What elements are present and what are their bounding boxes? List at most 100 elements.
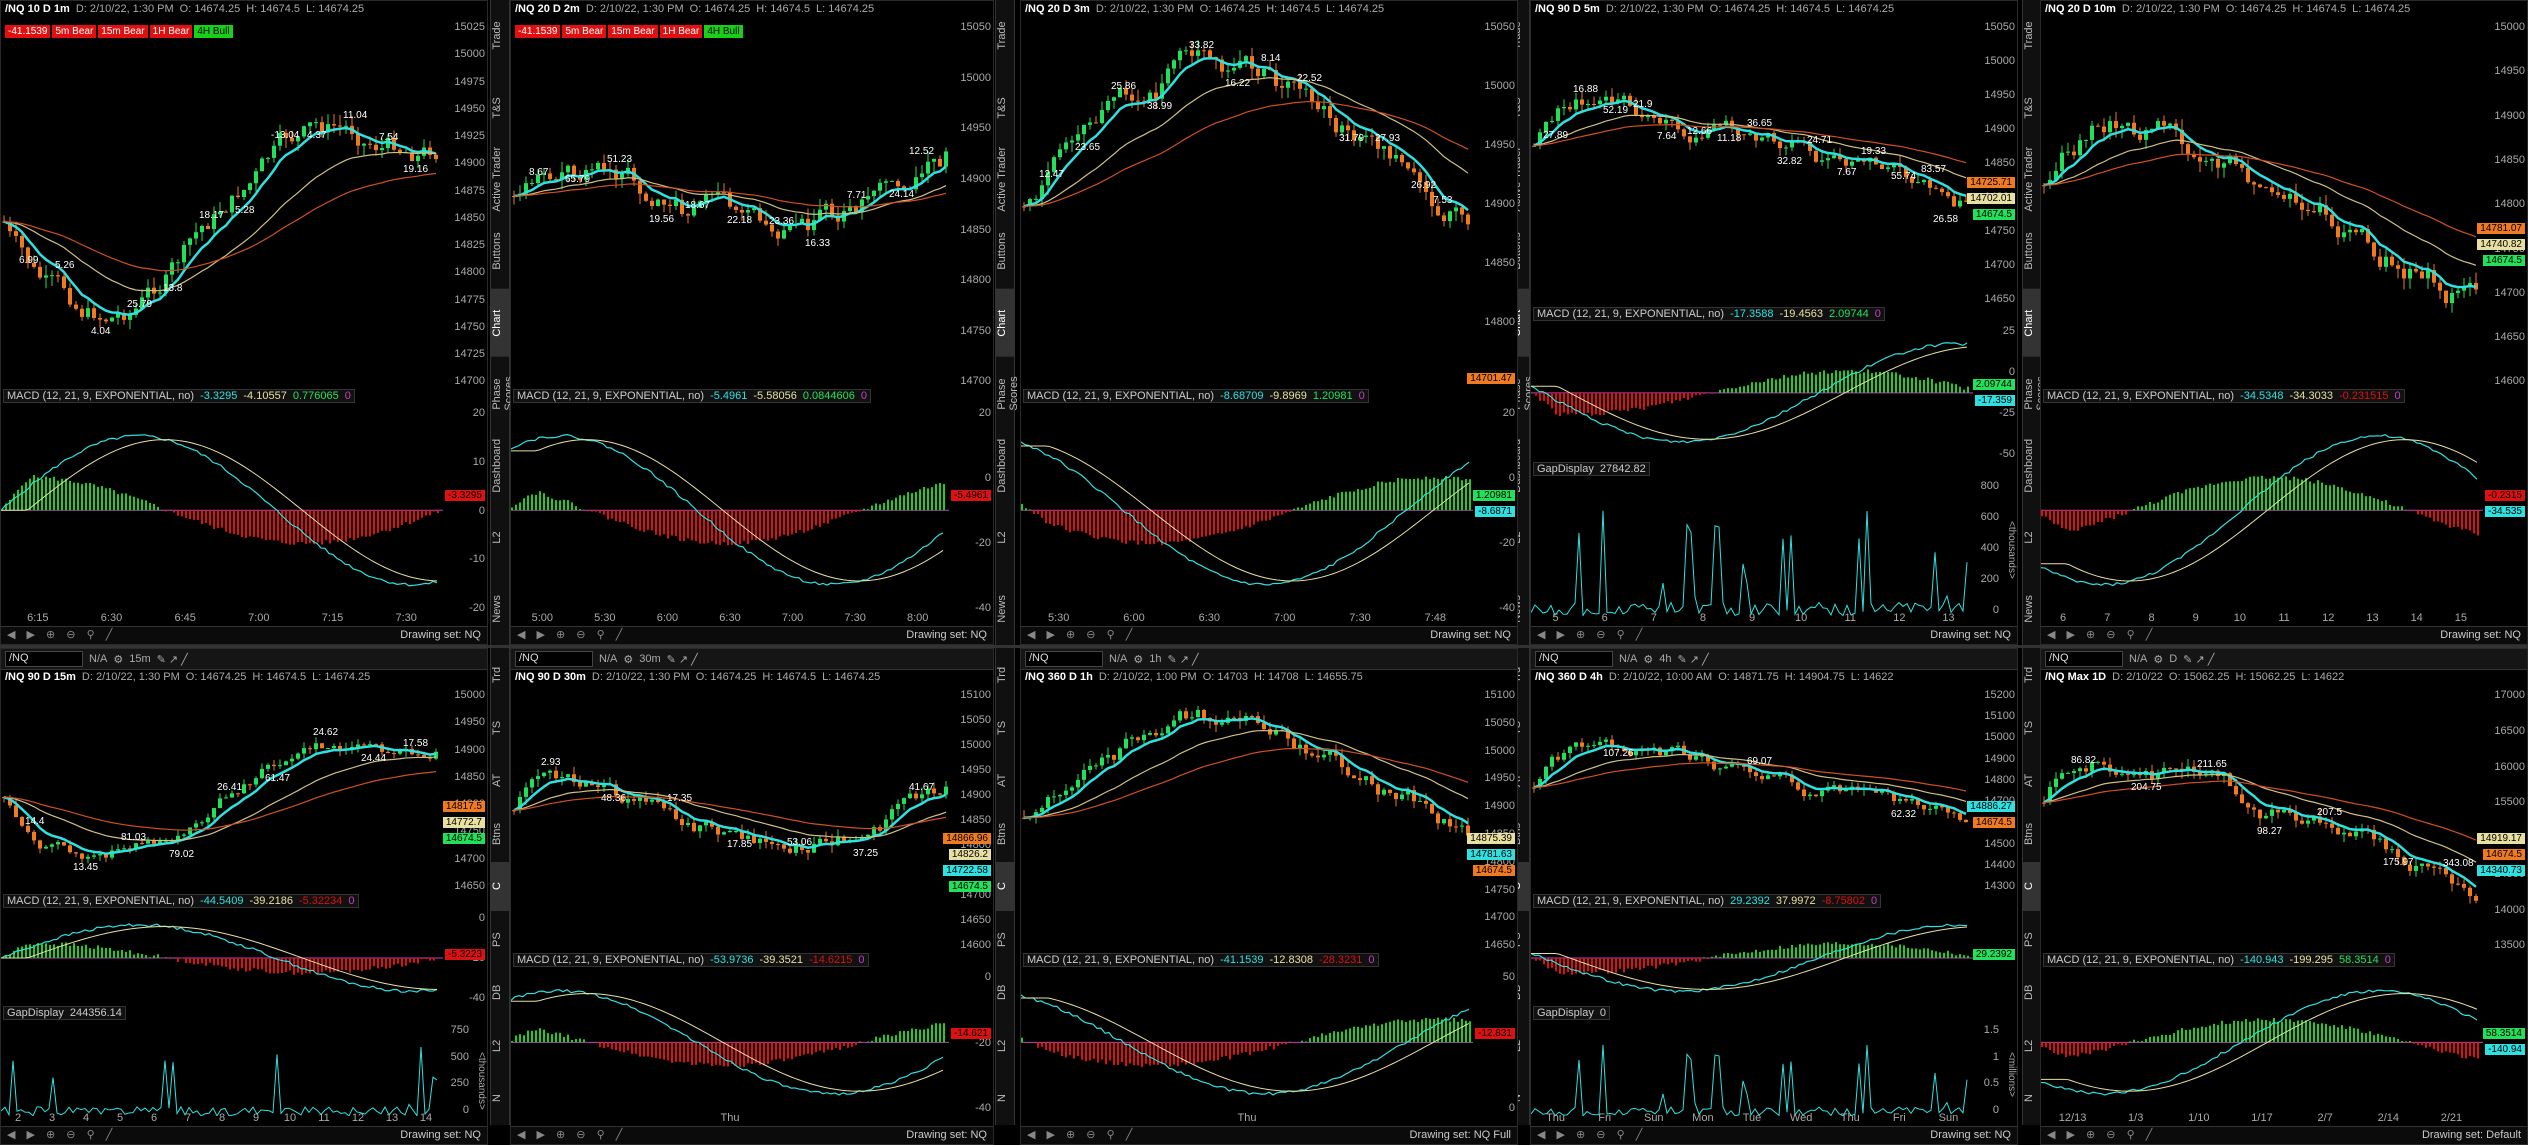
sidebar-item-active-trader[interactable]: Active Trader bbox=[996, 145, 1014, 213]
drawing-set-label[interactable]: Drawing set: NQ bbox=[2440, 629, 2521, 641]
gap-chart[interactable] bbox=[1531, 480, 1973, 616]
macd-study-label[interactable]: MACD (12, 21, 9, EXPONENTIAL, no) -8.6870… bbox=[1023, 389, 1369, 404]
macd-chart[interactable] bbox=[511, 971, 949, 1114]
drawing-set-label[interactable]: Drawing set: NQ Full bbox=[1410, 1129, 1511, 1141]
sidebar-item-l2[interactable]: L2 bbox=[2023, 504, 2041, 572]
zoom-tools[interactable]: ◀ ▶ ⊕ ⊖ ⚲ ╱ bbox=[1537, 1128, 1646, 1141]
sidebar-item-trd[interactable]: Trd bbox=[996, 650, 1014, 699]
sidebar-item-t-s[interactable]: T&S bbox=[2023, 74, 2041, 142]
timeframe-selector[interactable]: 30m bbox=[639, 653, 660, 665]
macd-chart[interactable] bbox=[1, 407, 443, 614]
price-chart[interactable] bbox=[1021, 689, 1473, 951]
sidebar-item-chart[interactable]: Chart bbox=[2023, 288, 2041, 357]
macd-study-label[interactable]: MACD (12, 21, 9, EXPONENTIAL, no) -3.3295… bbox=[3, 389, 355, 404]
zoom-tools[interactable]: ◀ ▶ ⊕ ⊖ ⚲ ╱ bbox=[7, 1128, 116, 1141]
macd-study-label[interactable]: MACD (12, 21, 9, EXPONENTIAL, no) -5.4961… bbox=[513, 389, 871, 404]
macd-chart[interactable] bbox=[2041, 407, 2483, 614]
sidebar-item-ps[interactable]: PS bbox=[2023, 915, 2041, 964]
sidebar-item-news[interactable]: News bbox=[491, 575, 509, 643]
sidebar-item-trade[interactable]: Trade bbox=[2023, 2, 2041, 70]
macd-chart[interactable] bbox=[1531, 325, 1973, 461]
macd-study-label[interactable]: MACD (12, 21, 9, EXPONENTIAL, no) -34.534… bbox=[2043, 389, 2405, 404]
zoom-tools[interactable]: ◀ ▶ ⊕ ⊖ ⚲ ╱ bbox=[2047, 628, 2156, 641]
timeframe-selector[interactable]: 15m bbox=[129, 653, 150, 665]
symbol-input[interactable]: /NQ bbox=[1535, 651, 1613, 667]
timeframe-selector[interactable]: 1h bbox=[1149, 653, 1161, 665]
symbol-input[interactable]: /NQ bbox=[515, 651, 593, 667]
price-chart[interactable] bbox=[511, 21, 949, 387]
zoom-tools[interactable]: ◀ ▶ ⊕ ⊖ ⚲ ╱ bbox=[1027, 628, 1136, 641]
drawing-tools-icon[interactable]: ✎ ↗ ╱ bbox=[1167, 653, 1198, 666]
sidebar-item-dashboard[interactable]: Dashboard bbox=[491, 432, 509, 500]
sidebar-item-l2[interactable]: L2 bbox=[2023, 1021, 2041, 1070]
symbol-input[interactable]: /NQ bbox=[5, 651, 83, 667]
sidebar-item-chart[interactable]: Chart bbox=[491, 288, 509, 357]
price-chart[interactable] bbox=[1531, 689, 1973, 892]
sidebar-item-buttons[interactable]: Buttons bbox=[996, 217, 1014, 285]
row-separator[interactable] bbox=[0, 645, 2528, 648]
gap-chart[interactable] bbox=[1531, 1024, 1973, 1116]
macd-chart[interactable] bbox=[511, 407, 949, 614]
drawing-tools-icon[interactable]: ✎ ↗ ╱ bbox=[157, 653, 188, 666]
zoom-tools[interactable]: ◀ ▶ ⊕ ⊖ ⚲ ╱ bbox=[517, 628, 626, 641]
drawing-set-label[interactable]: Drawing set: NQ bbox=[400, 629, 481, 641]
timeframe-selector[interactable]: D bbox=[2169, 653, 2177, 665]
macd-chart[interactable] bbox=[1021, 407, 1473, 614]
sidebar-item-at[interactable]: AT bbox=[491, 756, 509, 805]
sidebar-item-l2[interactable]: L2 bbox=[491, 1021, 509, 1070]
sidebar-item-at[interactable]: AT bbox=[2023, 756, 2041, 805]
sidebar-item-n[interactable]: N bbox=[491, 1074, 509, 1123]
macd-study-label[interactable]: MACD (12, 21, 9, EXPONENTIAL, no) -53.973… bbox=[513, 953, 869, 968]
drawing-set-label[interactable]: Drawing set: NQ bbox=[400, 1129, 481, 1141]
sidebar-item-dashboard[interactable]: Dashboard bbox=[996, 432, 1014, 500]
gap-display-label[interactable]: GapDisplay 27842.82 bbox=[1533, 462, 1650, 477]
sidebar-item-db[interactable]: DB bbox=[2023, 968, 2041, 1017]
zoom-tools[interactable]: ◀ ▶ ⊕ ⊖ ⚲ ╱ bbox=[517, 1128, 626, 1141]
price-chart[interactable] bbox=[1021, 21, 1473, 387]
sidebar-item-t-s[interactable]: T&S bbox=[491, 74, 509, 142]
sidebar-item-ts[interactable]: TS bbox=[491, 703, 509, 752]
price-chart[interactable] bbox=[511, 689, 949, 951]
sidebar-item-active-trader[interactable]: Active Trader bbox=[491, 145, 509, 213]
sidebar-item-phase-scores[interactable]: Phase Scores bbox=[491, 360, 515, 428]
sidebar-item-ps[interactable]: PS bbox=[996, 915, 1014, 964]
sidebar-item-c[interactable]: C bbox=[996, 862, 1014, 911]
sidebar-item-l2[interactable]: L2 bbox=[491, 504, 509, 572]
sidebar-item-ps[interactable]: PS bbox=[491, 915, 509, 964]
sidebar-item-t-s[interactable]: T&S bbox=[996, 74, 1014, 142]
macd-study-label[interactable]: MACD (12, 21, 9, EXPONENTIAL, no) -140.94… bbox=[2043, 953, 2395, 968]
gap-display-label[interactable]: GapDisplay 0 bbox=[1533, 1006, 1610, 1021]
symbol-input[interactable]: /NQ bbox=[1025, 651, 1103, 667]
zoom-tools[interactable]: ◀ ▶ ⊕ ⊖ ⚲ ╱ bbox=[1027, 1128, 1136, 1141]
macd-chart[interactable] bbox=[1531, 912, 1973, 1004]
price-chart[interactable] bbox=[2041, 21, 2483, 387]
sidebar-item-trade[interactable]: Trade bbox=[491, 2, 509, 70]
zoom-tools[interactable]: ◀ ▶ ⊕ ⊖ ⚲ ╱ bbox=[1537, 628, 1646, 641]
sidebar-item-btns[interactable]: Btns bbox=[996, 809, 1014, 858]
drawing-tools-icon[interactable]: ✎ ↗ ╱ bbox=[2183, 653, 2214, 666]
sidebar-item-trd[interactable]: Trd bbox=[491, 650, 509, 699]
sidebar-item-at[interactable]: AT bbox=[996, 756, 1014, 805]
drawing-set-label[interactable]: Drawing set: NQ bbox=[1430, 629, 1511, 641]
price-chart[interactable] bbox=[2041, 689, 2483, 951]
gap-display-label[interactable]: GapDisplay 244356.14 bbox=[3, 1006, 126, 1021]
macd-study-label[interactable]: MACD (12, 21, 9, EXPONENTIAL, no) -44.540… bbox=[3, 894, 359, 909]
sidebar-item-ts[interactable]: TS bbox=[2023, 703, 2041, 752]
zoom-tools[interactable]: ◀ ▶ ⊕ ⊖ ⚲ ╱ bbox=[7, 628, 116, 641]
sidebar-item-trd[interactable]: Trd bbox=[2023, 650, 2041, 699]
price-chart[interactable] bbox=[1, 21, 443, 387]
sidebar-item-btns[interactable]: Btns bbox=[491, 809, 509, 858]
zoom-tools[interactable]: ◀ ▶ ⊕ ⊖ ⚲ ╱ bbox=[2047, 1128, 2156, 1141]
sidebar-item-n[interactable]: N bbox=[2023, 1074, 2041, 1123]
drawing-tools-icon[interactable]: ✎ ↗ ╱ bbox=[667, 653, 698, 666]
gear-icon[interactable]: ⚙ bbox=[1133, 653, 1143, 666]
sidebar-item-phase-scores[interactable]: Phase Scores bbox=[996, 360, 1020, 428]
sidebar-item-db[interactable]: DB bbox=[996, 968, 1014, 1017]
macd-chart[interactable] bbox=[1, 912, 443, 1004]
price-chart[interactable] bbox=[1531, 21, 1973, 305]
sidebar-item-c[interactable]: C bbox=[491, 862, 509, 911]
macd-study-label[interactable]: MACD (12, 21, 9, EXPONENTIAL, no) -17.358… bbox=[1533, 306, 1885, 321]
sidebar-item-news[interactable]: News bbox=[2023, 575, 2041, 643]
sidebar-item-ts[interactable]: TS bbox=[996, 703, 1014, 752]
sidebar-item-buttons[interactable]: Buttons bbox=[491, 217, 509, 285]
